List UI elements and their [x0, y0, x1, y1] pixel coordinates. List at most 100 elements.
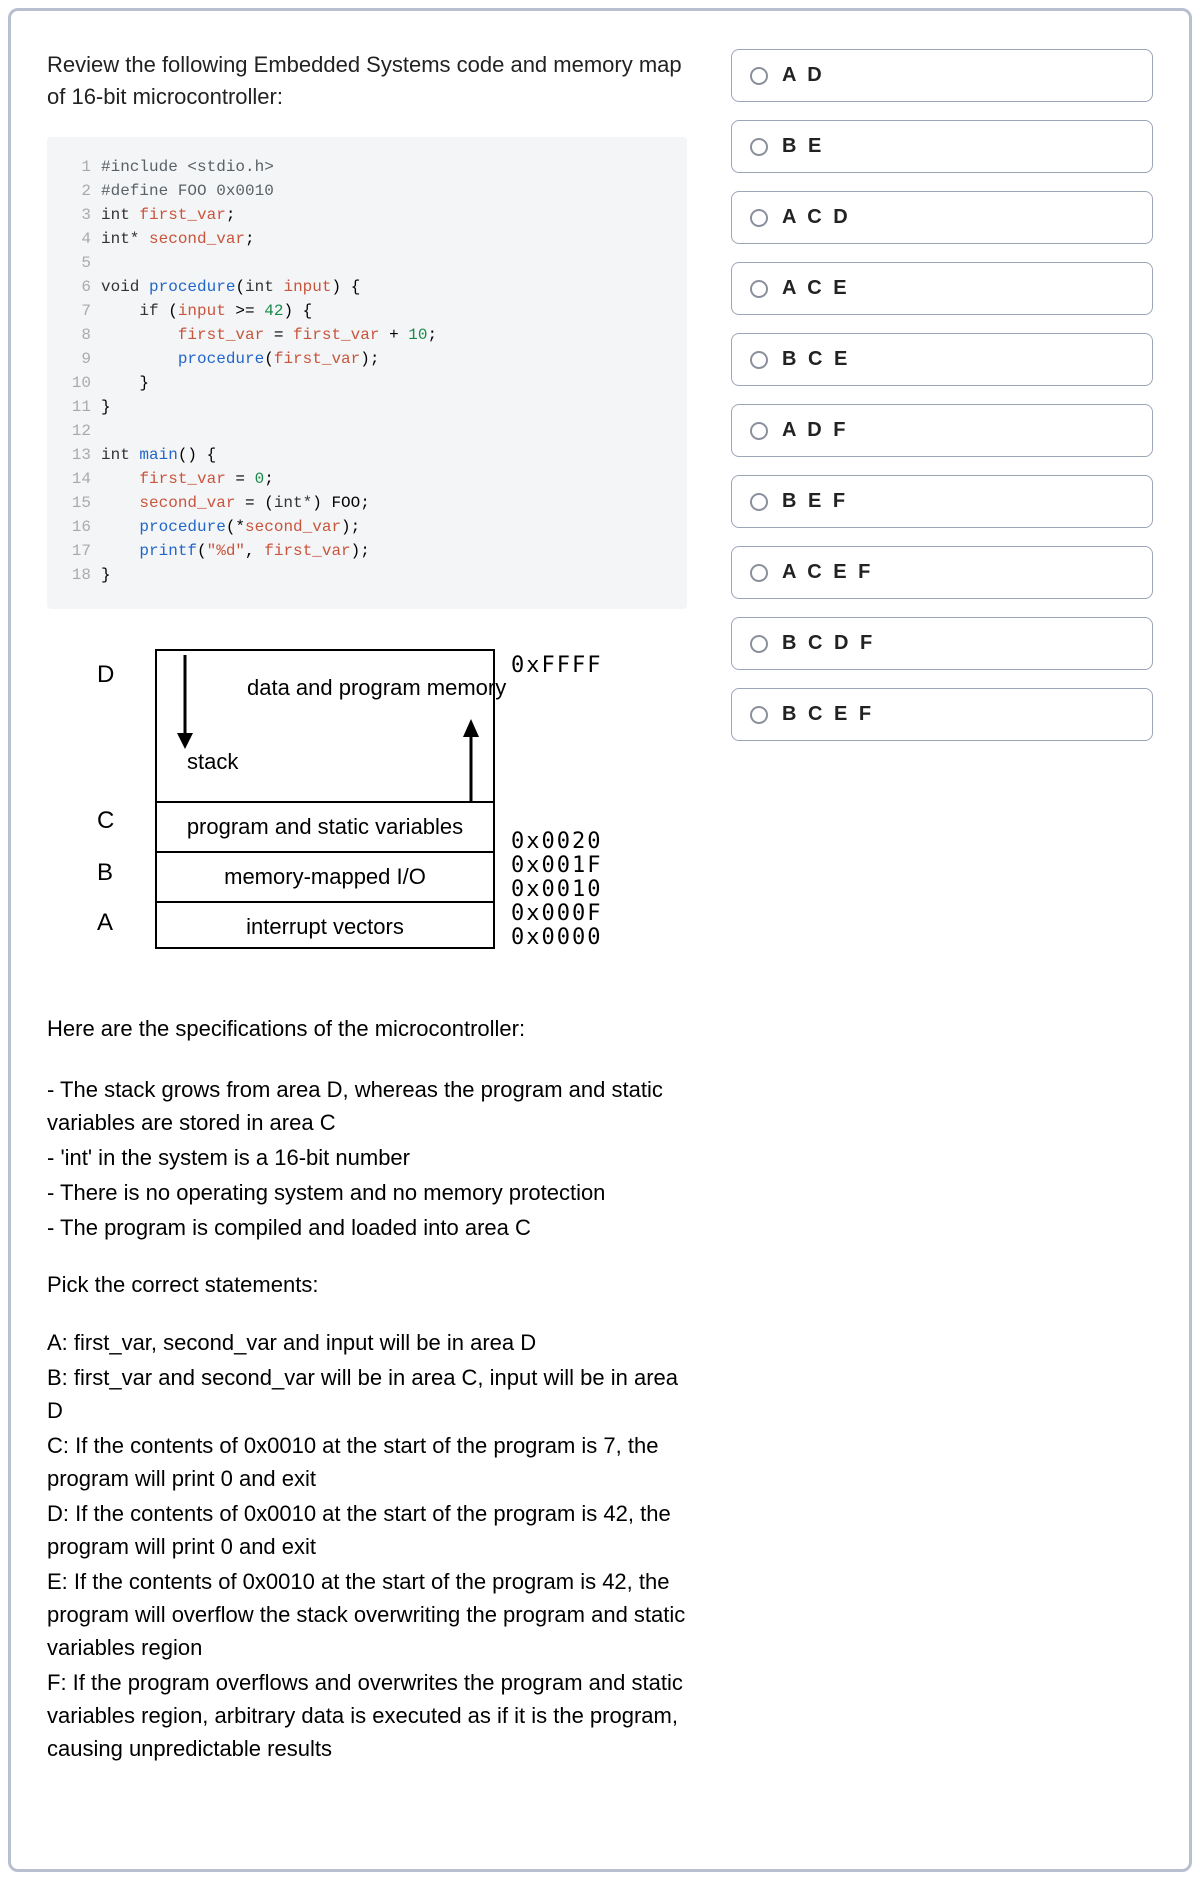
radio-icon [750, 280, 768, 298]
statement-item: B: first_var and second_var will be in a… [47, 1361, 687, 1427]
code-content: int main() { [101, 443, 216, 467]
answer-option[interactable]: B E [731, 120, 1153, 173]
radio-icon [750, 493, 768, 511]
radio-icon [750, 635, 768, 653]
question-column: Review the following Embedded Systems co… [47, 49, 687, 1831]
code-content: } [101, 395, 111, 419]
option-label: B E F [782, 490, 848, 513]
code-line: 6void procedure(int input) { [61, 275, 673, 299]
option-label: B E [782, 135, 824, 158]
code-block: 1#include <stdio.h>2#define FOO 0x00103i… [47, 137, 687, 609]
region-label-c: C [97, 807, 114, 835]
spec-list: - The stack grows from area D, whereas t… [47, 1073, 687, 1244]
stack-text: stack [187, 749, 238, 775]
line-number: 3 [61, 203, 91, 227]
answer-option[interactable]: B C E [731, 333, 1153, 386]
spec-item: - There is no operating system and no me… [47, 1176, 687, 1209]
answer-option[interactable]: A C E [731, 262, 1153, 315]
code-line: 5 [61, 251, 673, 275]
code-line: 7 if (input >= 42) { [61, 299, 673, 323]
code-content: procedure(*second_var); [101, 515, 360, 539]
top-region-text: data and program memory [247, 675, 506, 701]
code-content: if (input >= 42) { [101, 299, 312, 323]
answer-option[interactable]: B E F [731, 475, 1153, 528]
code-content: printf("%d", first_var); [101, 539, 370, 563]
line-number: 8 [61, 323, 91, 347]
spec-item: - The program is compiled and loaded int… [47, 1211, 687, 1244]
answer-option[interactable]: A D F [731, 404, 1153, 457]
line-number: 9 [61, 347, 91, 371]
code-content: int first_var; [101, 203, 235, 227]
spec-item: - The stack grows from area D, whereas t… [47, 1073, 687, 1139]
option-label: A C E F [782, 561, 873, 584]
memory-region-c: program and static variables [157, 801, 493, 851]
line-number: 12 [61, 419, 91, 443]
line-number: 16 [61, 515, 91, 539]
statement-item: E: If the contents of 0x0010 at the star… [47, 1565, 687, 1664]
code-line: 18} [61, 563, 673, 587]
statements-list: A: first_var, second_var and input will … [47, 1326, 687, 1765]
line-number: 15 [61, 491, 91, 515]
spec-item: - 'int' in the system is a 16-bit number [47, 1141, 687, 1174]
memory-map-diagram: D C B A program and static variables mem… [67, 649, 667, 959]
code-line: 9 procedure(first_var); [61, 347, 673, 371]
line-number: 10 [61, 371, 91, 395]
line-number: 17 [61, 539, 91, 563]
code-content: } [101, 371, 149, 395]
option-label: A D F [782, 419, 848, 442]
radio-icon [750, 564, 768, 582]
answer-option[interactable]: B C E F [731, 688, 1153, 741]
region-a-text: interrupt vectors [246, 914, 404, 940]
line-number: 2 [61, 179, 91, 203]
region-b-text: memory-mapped I/O [224, 864, 426, 890]
code-line: 8 first_var = first_var + 10; [61, 323, 673, 347]
addr-0010: 0x0010 [511, 877, 602, 902]
code-content: first_var = first_var + 10; [101, 323, 437, 347]
addr-000f: 0x000F [511, 901, 602, 926]
code-line: 2#define FOO 0x0010 [61, 179, 673, 203]
spec-heading: Here are the specifications of the micro… [47, 1013, 687, 1045]
region-label-b: B [97, 859, 113, 887]
code-content: #include <stdio.h> [101, 155, 274, 179]
line-number: 18 [61, 563, 91, 587]
addr-001f: 0x001F [511, 853, 602, 878]
memory-region-d2: interrupt vectors [157, 901, 493, 951]
pick-heading: Pick the correct statements: [47, 1272, 687, 1298]
code-content: procedure(first_var); [101, 347, 379, 371]
line-number: 5 [61, 251, 91, 275]
line-number: 1 [61, 155, 91, 179]
options-column: A D B E A C D A C E B C E A D F B E F A C E F B … [731, 49, 1153, 1831]
region-label-d: D [97, 661, 114, 689]
code-line: 11} [61, 395, 673, 419]
statement-item: D: If the contents of 0x0010 at the star… [47, 1497, 687, 1563]
answer-option[interactable]: A D [731, 49, 1153, 102]
code-line: 14 first_var = 0; [61, 467, 673, 491]
question-intro: Review the following Embedded Systems co… [47, 49, 687, 113]
line-number: 11 [61, 395, 91, 419]
radio-icon [750, 351, 768, 369]
code-content: } [101, 563, 111, 587]
addr-0000: 0x0000 [511, 925, 602, 950]
option-label: B C E F [782, 703, 874, 726]
answer-option[interactable]: A C E F [731, 546, 1153, 599]
quiz-container: Review the following Embedded Systems co… [8, 8, 1192, 1872]
answer-option[interactable]: A C D [731, 191, 1153, 244]
line-number: 13 [61, 443, 91, 467]
code-line: 17 printf("%d", first_var); [61, 539, 673, 563]
statement-item: F: If the program overflows and overwrit… [47, 1666, 687, 1765]
memory-region-b: memory-mapped I/O [157, 851, 493, 901]
option-label: A D [782, 64, 825, 87]
region-c-text: program and static variables [187, 814, 463, 840]
code-line: 1 #include <stdio.h> [61, 155, 673, 179]
code-line: 4int* second_var; [61, 227, 673, 251]
code-line: 16 procedure(*second_var); [61, 515, 673, 539]
option-label: B C E [782, 348, 850, 371]
radio-icon [750, 67, 768, 85]
answer-option[interactable]: B C D F [731, 617, 1153, 670]
option-label: B C D F [782, 632, 875, 655]
code-line: 15 second_var = (int*) FOO; [61, 491, 673, 515]
line-number: 14 [61, 467, 91, 491]
statement-item: A: first_var, second_var and input will … [47, 1326, 687, 1359]
radio-icon [750, 209, 768, 227]
code-content: second_var = (int*) FOO; [101, 491, 370, 515]
